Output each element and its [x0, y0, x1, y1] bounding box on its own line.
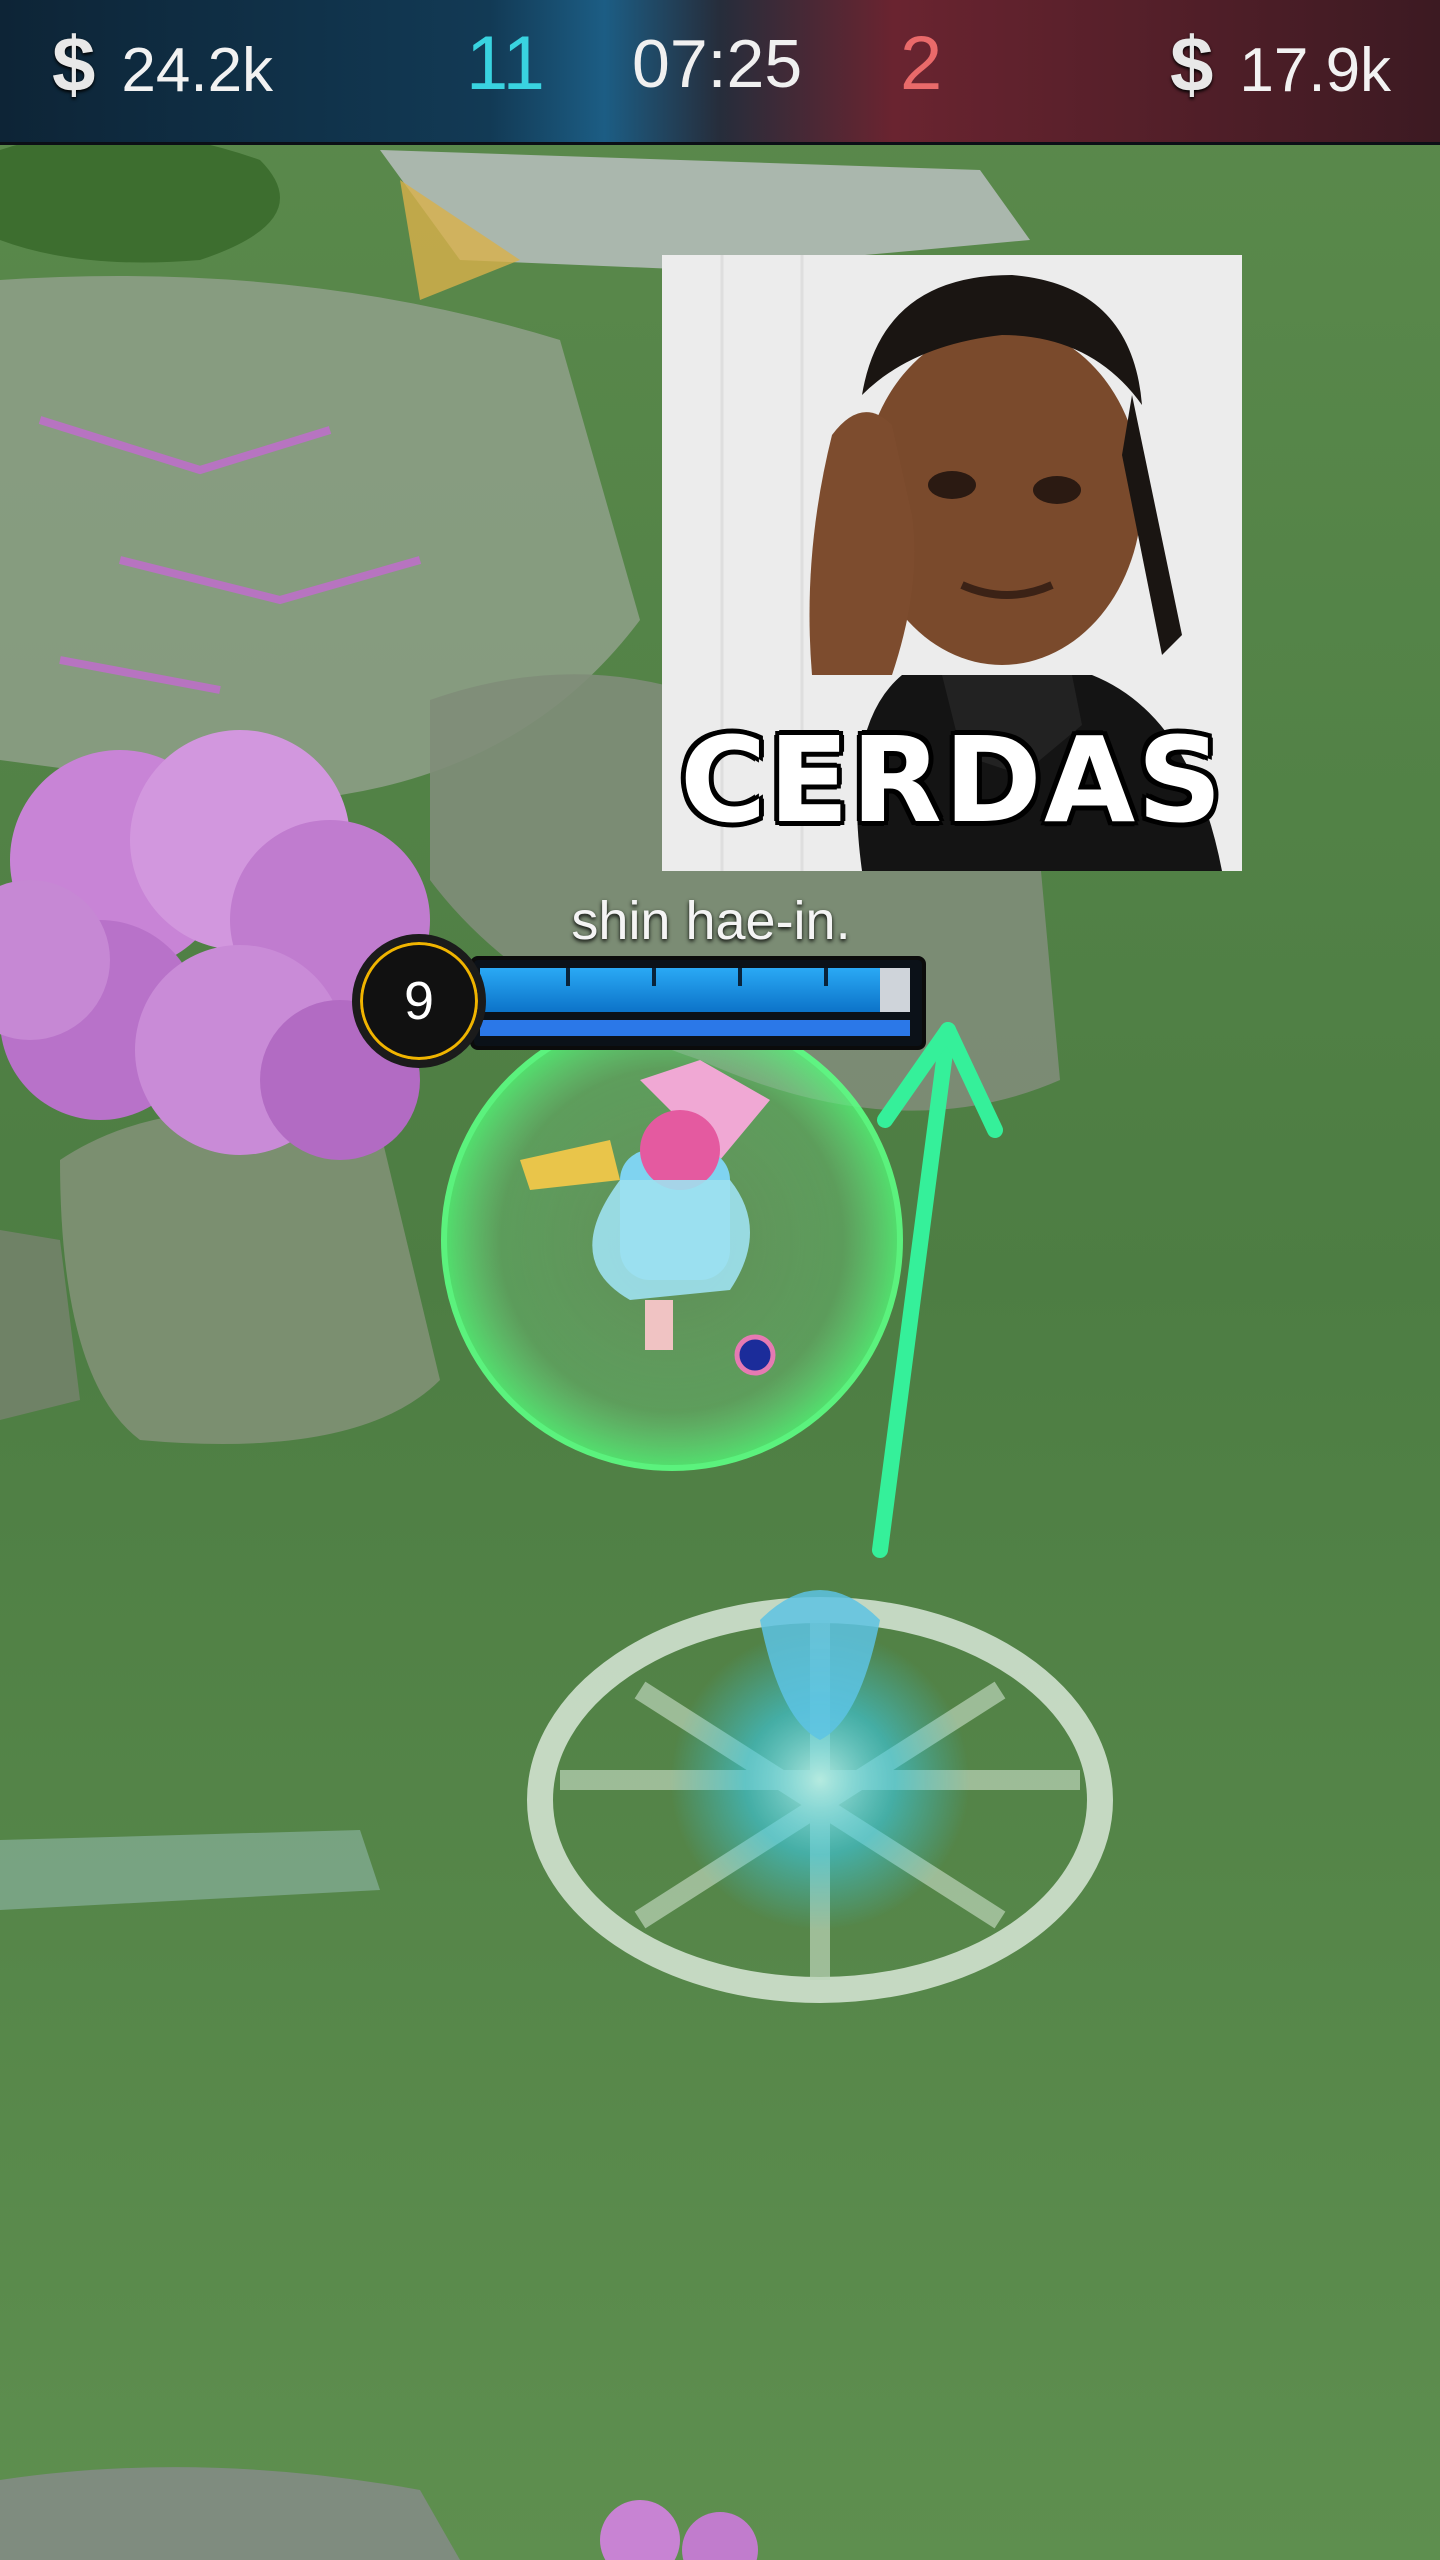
level-number: 9: [403, 971, 435, 1031]
dollar-sign-icon: $: [52, 20, 96, 108]
red-gold-value: 17.9k: [1239, 36, 1392, 105]
health-bar: [470, 956, 926, 1050]
blue-gold-value: 24.2k: [121, 36, 274, 105]
level-badge: 9: [352, 934, 486, 1068]
top-scoreboard: $24.2k 11 07:25 2 $17.9k: [0, 0, 1440, 145]
spawn-glyph: [527, 1590, 1113, 2003]
mana-fill: [480, 1020, 910, 1036]
dollar-sign-icon: $: [1170, 20, 1214, 108]
blue-team-gold: $24.2k: [52, 24, 273, 111]
red-team-kills: 2: [900, 21, 943, 106]
blue-team-kills: 11: [466, 21, 545, 106]
meme-overlay: CERDAS: [662, 255, 1242, 871]
health-ticks: [480, 968, 910, 1012]
meme-caption: CERDAS: [679, 711, 1225, 849]
player-name: shin hae-in.: [571, 891, 851, 951]
match-timer: 07:25: [632, 26, 803, 102]
rock-large: [60, 1110, 440, 1444]
red-team-gold: $17.9k: [1170, 24, 1391, 111]
